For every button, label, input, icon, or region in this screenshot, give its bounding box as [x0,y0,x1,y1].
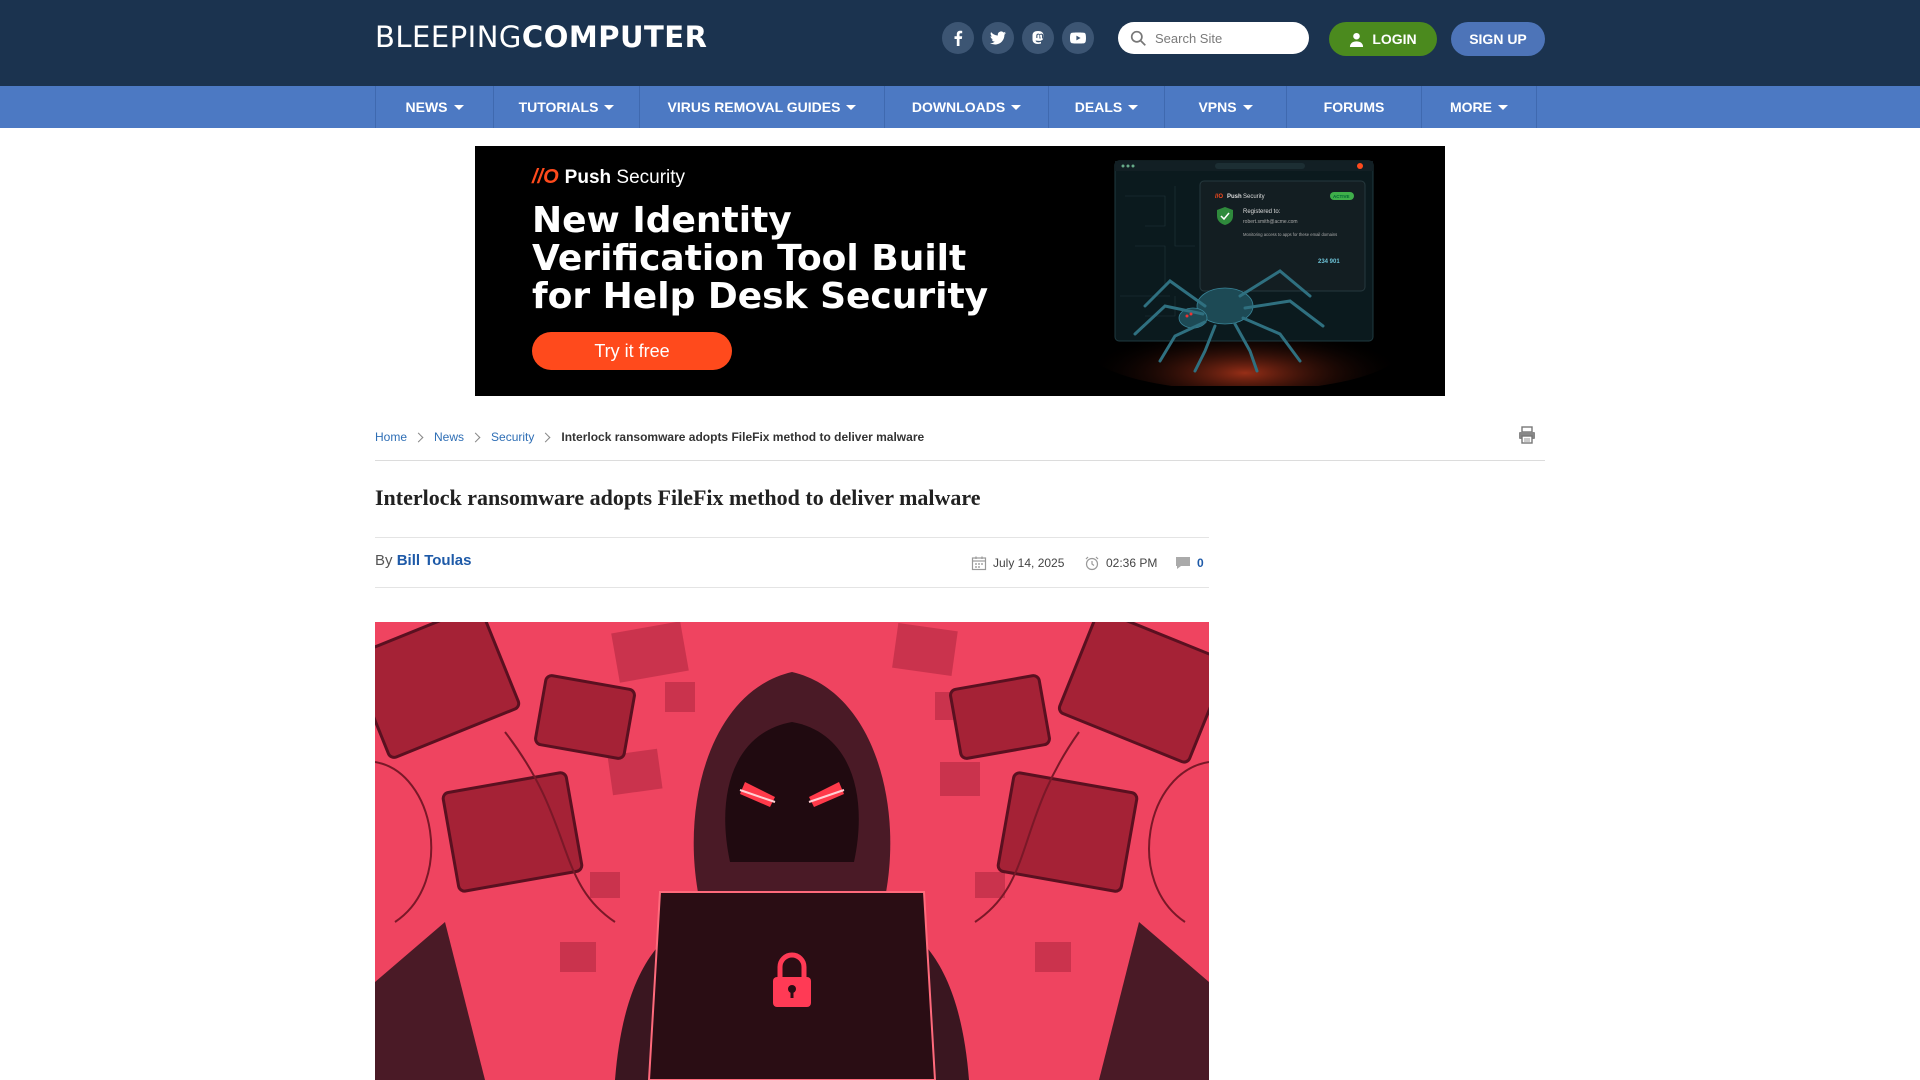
caret-down-icon [1498,104,1508,110]
caret-down-icon [1242,104,1253,110]
publish-date: July 14, 2025 [971,555,1064,571]
date-text: July 14, 2025 [993,556,1065,570]
nav-label: NEWS [405,99,448,115]
ad-mock-badge: ACTIVE [1333,194,1350,199]
ad-mock-brand-rest: Security [1243,194,1265,200]
facebook-icon[interactable] [942,22,974,54]
chevron-right-icon [540,432,551,442]
nav-news[interactable]: NEWS [375,86,493,128]
mastodon-icon[interactable] [1022,22,1054,54]
breadcrumb: Home News Security Interlock ransomware … [375,428,924,446]
ad-mock-mark: //O [1215,194,1223,200]
nav-virus-removal-guides[interactable]: VIRUS REMOVAL GUIDES [639,86,884,128]
clock-icon [1085,556,1099,571]
divider [375,460,1545,461]
ad-mock-registered: Registered to: [1243,209,1281,215]
login-button[interactable]: LOGIN [1329,22,1437,56]
user-icon [1350,32,1364,47]
ad-brand-mark: //O [532,166,559,188]
logo-text-bold: COMPUTER [521,20,708,54]
ad-mock-brand: Push [1227,194,1242,200]
article-title: Interlock ransomware adopts FileFix meth… [375,485,981,510]
breadcrumb-security[interactable]: Security [491,430,534,444]
twitter-icon[interactable] [982,22,1014,54]
nav-label: FORUMS [1323,99,1385,115]
caret-down-icon [604,104,615,110]
comment-icon [1176,557,1190,569]
ad-banner[interactable]: //O Push Security New Identity Verificat… [475,146,1445,396]
caret-down-icon [846,104,857,110]
logo-text-light: BLEEPING [375,20,522,54]
ad-mock-note: Monitoring access to apps for these emai… [1243,232,1337,237]
signup-button[interactable]: SIGN UP [1451,22,1545,56]
ad-spider-illustration: //O Push Security ACTIVE Registered to: … [1085,160,1405,386]
ad-brand-bold: Push [564,166,612,188]
chevron-right-icon [413,432,424,442]
ad-cta-button[interactable]: Try it free [532,332,732,370]
chevron-right-icon [470,432,481,442]
search-input[interactable] [1155,30,1305,46]
nav-forums[interactable]: FORUMS [1286,86,1421,128]
hooded-hacker-illustration [375,622,1209,1080]
comments-link[interactable]: 0 [1175,555,1204,571]
byline-prefix: By [375,552,393,569]
time-text: 02:36 PM [1106,556,1158,570]
nav-label: VPNS [1198,99,1237,115]
breadcrumb-home[interactable]: Home [375,430,407,444]
nav-label: VIRUS REMOVAL GUIDES [667,99,841,115]
nav-label: DEALS [1074,99,1123,115]
publish-time: 02:36 PM [1084,555,1157,571]
ad-brand-rest: Security [616,166,686,188]
nav-downloads[interactable]: DOWNLOADS [884,86,1048,128]
calendar-icon [971,556,987,571]
nav-vpns[interactable]: VPNS [1164,86,1286,128]
main-nav: NEWS TUTORIALS VIRUS REMOVAL GUIDES DOWN… [0,86,1920,128]
nav-tutorials[interactable]: TUTORIALS [493,86,639,128]
comment-count: 0 [1197,556,1204,570]
nav-label: DOWNLOADS [911,99,1006,115]
caret-down-icon [1128,104,1139,110]
nav-label: MORE [1450,99,1492,115]
login-label: LOGIN [1372,31,1417,47]
search-icon [1130,30,1146,46]
breadcrumb-current: Interlock ransomware adopts FileFix meth… [561,430,925,444]
site-logo[interactable]: BLEEPINGCOMPUTER [375,20,707,56]
nav-deals[interactable]: DEALS [1048,86,1164,128]
nav-label: TUTORIALS [518,99,599,115]
article-hero-image [375,622,1209,1080]
signup-label: SIGN UP [1469,31,1527,47]
ad-headline: New Identity Verification Tool Built for… [532,200,989,317]
ad-mock-email: robert.smith@acme.com [1243,219,1298,225]
nav-divider [1536,86,1537,128]
nav-more[interactable]: MORE [1421,86,1536,128]
search-box[interactable] [1118,22,1309,54]
ad-brand: //O Push Security [532,166,685,189]
divider [375,587,1209,588]
breadcrumb-news[interactable]: News [434,430,464,444]
print-icon[interactable] [1517,425,1537,445]
ad-mock-count: 234 901 [1318,259,1340,265]
youtube-icon[interactable] [1062,22,1094,54]
site-header: BLEEPINGCOMPUTER LOGIN SIGN UP [0,0,1920,86]
divider [375,537,1209,538]
byline: By Bill Toulas [375,552,471,569]
author-link[interactable]: Bill Toulas [397,552,472,569]
caret-down-icon [453,104,464,110]
caret-down-icon [1011,104,1022,110]
